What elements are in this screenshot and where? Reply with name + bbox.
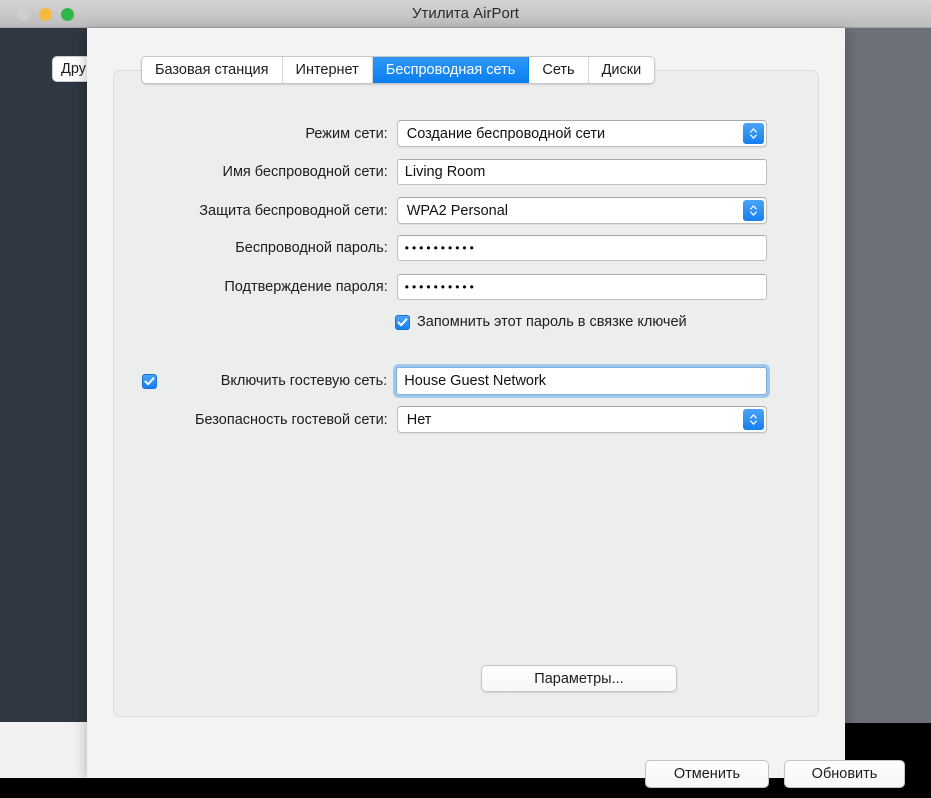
chevron-updown-icon[interactable] [743,409,764,430]
tab-base-station[interactable]: Базовая станция [142,57,283,83]
row-network-mode: Режим сети: Создание беспроводной сети [147,120,767,147]
network-name-input[interactable]: Living Room [396,159,767,185]
row-network-name: Имя беспроводной сети: Living Room [147,159,767,185]
row-wireless-password: Беспроводной пароль: •••••••••• [147,235,767,261]
cancel-button[interactable]: Отменить [645,760,769,788]
network-name-label: Имя беспроводной сети: [222,164,388,180]
row-confirm-password: Подтверждение пароля: •••••••••• [147,274,767,300]
guest-network-name-value: House Guest Network [404,373,547,389]
row-network-security: Защита беспроводной сети: WPA2 Personal [147,197,767,224]
update-button[interactable]: Обновить [784,760,905,788]
confirm-password-input[interactable]: •••••••••• [396,274,767,300]
network-mode-value: Создание беспроводной сети [406,125,606,142]
wireless-password-value: •••••••••• [404,241,477,255]
screen: Дру Утилита AirPort Базовая станция Инте… [0,0,931,798]
row-guest-security: Безопасность гостевой сети: Нет [147,406,767,433]
network-mode-label: Режим сети: [305,125,388,142]
network-name-value: Living Room [404,164,486,180]
confirm-password-label: Подтверждение пароля: [224,279,388,295]
network-security-popup[interactable]: WPA2 Personal [396,197,767,224]
tab-disks[interactable]: Диски [588,57,655,83]
tab-network[interactable]: Сеть [529,57,589,83]
options-button[interactable]: Параметры... [481,665,677,692]
window-title: Утилита AirPort [412,5,519,22]
network-security-label: Защита беспроводной сети: [199,202,388,219]
guest-network-label: Включить гостевую сеть: [220,373,388,389]
remember-password-label: Запомнить этот пароль в связке ключей [417,314,687,330]
window-titlebar: Утилита AirPort [0,0,931,28]
guest-security-popup[interactable]: Нет [396,406,767,433]
tab-bar: Базовая станция Интернет Беспроводная се… [141,56,656,84]
chevron-updown-icon[interactable] [743,200,764,221]
tab-internet[interactable]: Интернет [282,57,373,83]
guest-security-label: Безопасность гостевой сети: [195,411,388,428]
network-security-value: WPA2 Personal [406,202,508,219]
confirm-password-value: •••••••••• [404,280,477,294]
wireless-password-input[interactable]: •••••••••• [396,235,767,261]
tab-wireless[interactable]: Беспроводная сеть [372,57,530,83]
wireless-settings-form: Режим сети: Создание беспроводной сети И… [87,28,905,788]
network-mode-popup[interactable]: Создание беспроводной сети [396,120,767,147]
guest-security-value: Нет [406,411,432,428]
row-remember-password: Запомнить этот пароль в связке ключей [395,314,687,330]
airport-settings-sheet: Базовая станция Интернет Беспроводная се… [87,28,905,788]
remember-password-checkbox[interactable] [395,314,410,330]
backdrop-left-panel [0,28,87,722]
backdrop-right-panel [845,28,931,723]
chevron-updown-icon[interactable] [743,123,764,144]
row-guest-network: Включить гостевую сеть: House Guest Netw… [142,367,767,395]
wireless-password-label: Беспроводной пароль: [235,240,388,256]
guest-network-checkbox[interactable] [142,373,157,389]
guest-network-name-input[interactable]: House Guest Network [396,367,767,395]
